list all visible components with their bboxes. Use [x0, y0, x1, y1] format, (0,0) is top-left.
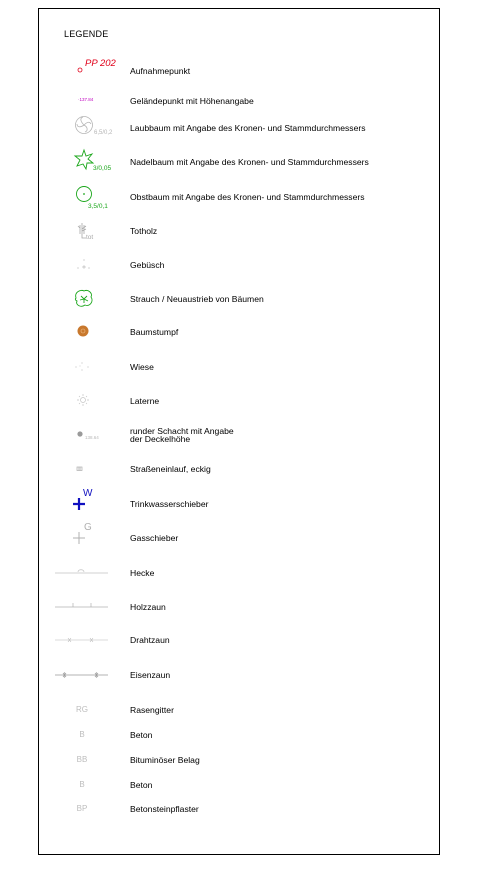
surface-abbreviation: RG — [76, 705, 88, 714]
hedge-line-icon — [55, 569, 108, 574]
legend-label: Totholz — [130, 226, 158, 236]
surface-abbreviation: B — [79, 780, 85, 789]
surface-abbreviation: BB — [76, 755, 88, 764]
legend-label: Geländepunkt mit Höhenangabe — [130, 96, 254, 106]
legend-label: Beton — [130, 730, 153, 740]
legend-label: Bituminöser Belag — [130, 755, 200, 765]
legend-item-strauch: Strauch / Neuaustrieb von Bäumen — [0, 288, 479, 308]
deadwood-text: tot — [86, 234, 94, 241]
legend-item-laubbaum: 6,5/0,2 Laubbaum mit Angabe des Kronen- … — [0, 113, 479, 136]
legend-item-nadelbaum: 3/0,05 Nadelbaum mit Angabe des Kronen- … — [0, 148, 479, 172]
shrub-icon — [74, 289, 93, 307]
legend-label: Gebüsch — [130, 260, 165, 270]
legend-label: Aufnahmepunkt — [130, 66, 191, 76]
legend-label: Drahtzaun — [130, 635, 170, 645]
fruit-tree-icon — [76, 186, 92, 202]
legend-label: Strauch / Neuaustrieb von Bäumen — [130, 294, 264, 304]
street-drain-icon — [76, 466, 83, 471]
legend-item-baumstumpf: Baumstumpf — [0, 322, 479, 342]
legend-item-betonsteinpflaster: BP Betonsteinpflaster — [0, 802, 479, 822]
legend-label: Laubbaum mit Angabe des Kronen- und Stam… — [130, 123, 366, 133]
legend-item-gelaendepunkt: ·137.84 Geländepunkt mit Höhenangabe — [0, 93, 479, 113]
legend-label: Straßeneinlauf, eckig — [130, 464, 211, 474]
legend-item-bituminoeser-belag: BB Bituminöser Belag — [0, 753, 479, 773]
meadow-icon — [75, 362, 89, 371]
legend-label: Trinkwasserschieber — [130, 499, 209, 509]
legend-label: Nadelbaum mit Angabe des Kronen- und Sta… — [130, 157, 369, 167]
terrain-point-icon: ·137.84 — [78, 97, 94, 102]
legend-label: Eisenzaun — [130, 670, 171, 680]
legend-item-wiese: Wiese — [0, 357, 479, 377]
legend-item-beton-2: B Beton — [0, 778, 479, 798]
bush-icon — [77, 259, 90, 269]
deciduous-tree-icon — [75, 116, 93, 134]
legend-item-holzzaun: Holzzaun — [0, 597, 479, 617]
tree-dimension-text: 3,5/0,1 — [88, 203, 108, 210]
gas-valve-letter: G — [84, 522, 92, 533]
legend-label: Betonsteinpflaster — [130, 804, 199, 814]
iron-fence-icon — [55, 672, 108, 678]
legend-item-drahtzaun: Drahtzaun — [0, 630, 479, 650]
legend-label: Gasschieber — [130, 533, 179, 543]
water-valve-letter: W — [83, 488, 93, 499]
legend-label: Obstbaum mit Angabe des Kronen- und Stam… — [130, 192, 365, 202]
legend-title: LEGENDE — [64, 29, 109, 39]
legend-label: Hecke — [130, 568, 155, 578]
legend-item-laterne: Laterne — [0, 391, 479, 411]
legend-item-rasengitter: RG Rasengitter — [0, 703, 479, 723]
legend-item-schacht: 138.64 runder Schacht mit Angabe der Dec… — [0, 424, 479, 448]
survey-point-number: PP 202 — [85, 58, 116, 69]
legend-item-totholz: tot Totholz — [0, 222, 479, 242]
wooden-fence-icon — [55, 603, 108, 608]
legend-item-aufnahmepunkt: PP 202 Aufnahmepunkt — [0, 58, 479, 78]
manhole-height: 138.64 — [85, 435, 99, 440]
wire-fence-icon — [55, 637, 108, 643]
legend-item-beton: B Beton — [0, 728, 479, 748]
legend-label: Baumstumpf — [130, 327, 179, 337]
legend-label: Laterne — [130, 396, 160, 406]
legend-item-trinkwasserschieber: W Trinkwasserschieber — [0, 488, 479, 514]
lantern-icon — [77, 394, 89, 406]
tree-dimension-text: 3/0,05 — [93, 165, 112, 172]
surface-abbreviation: BP — [76, 804, 88, 813]
legend-item-gebuesch: Gebüsch — [0, 256, 479, 276]
legend-item-gasschieber: G Gasschieber — [0, 522, 479, 548]
surface-abbreviation: B — [79, 730, 85, 739]
legend-label: Wiese — [130, 362, 154, 372]
legend-item-strasseneinlauf: Straßeneinlauf, eckig — [0, 460, 479, 480]
legend-label: Rasengitter — [130, 705, 174, 715]
legend-item-obstbaum: 3,5/0,1 Obstbaum mit Angabe des Kronen- … — [0, 183, 479, 210]
manhole-icon — [77, 431, 83, 437]
tree-dimension-text: 6,5/0,2 — [94, 130, 113, 136]
legend-label: Beton — [130, 780, 153, 790]
legend-label: Holzzaun — [130, 602, 166, 612]
legend-label: der Deckelhöhe — [130, 434, 191, 444]
legend-item-eisenzaun: Eisenzaun — [0, 665, 479, 685]
terrain-height: 137.84 — [79, 97, 94, 102]
tree-stump-icon — [77, 325, 89, 337]
legend-item-hecke: Hecke — [0, 563, 479, 583]
